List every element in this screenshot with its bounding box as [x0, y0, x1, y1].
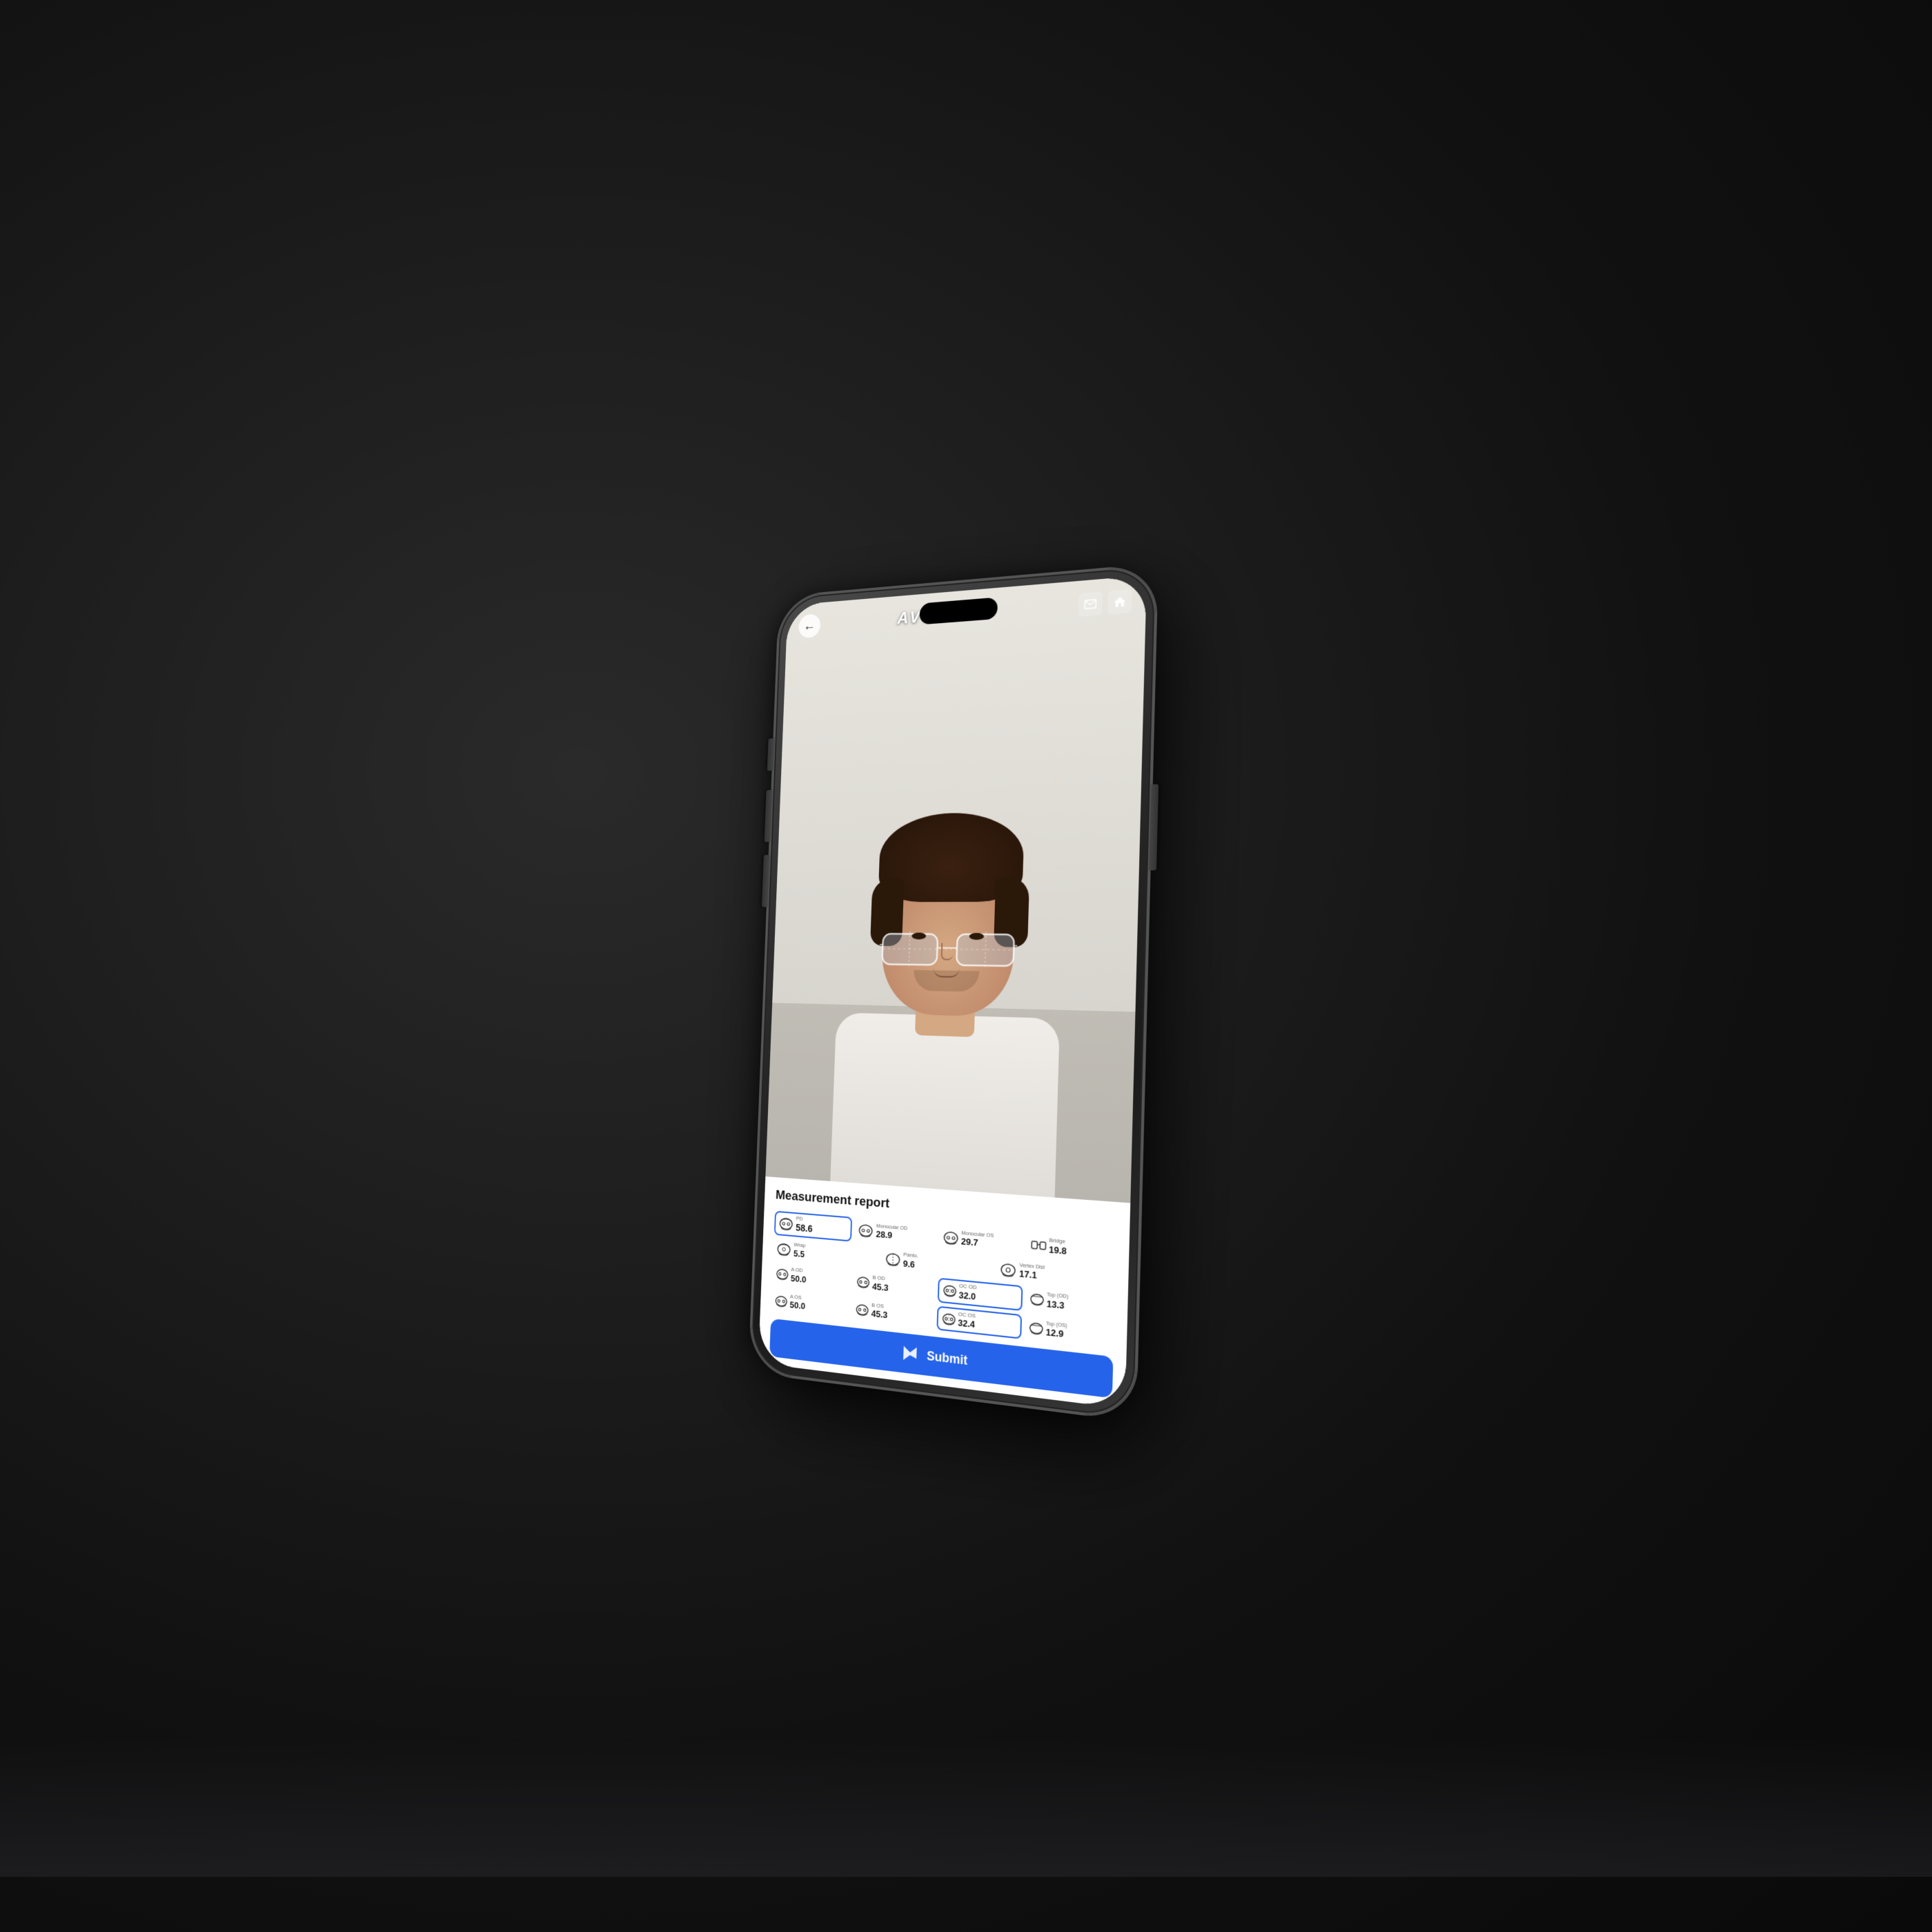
phone-wrapper: ← AVOLUX [749, 564, 1157, 1421]
measurement-panel: Measurement report [758, 1176, 1130, 1408]
top-od-measurement: Top (OD) 13.3 [1025, 1286, 1115, 1320]
wrap-icon [776, 1242, 791, 1256]
a-os-icon [774, 1294, 788, 1308]
home-button[interactable] [1107, 589, 1132, 615]
b-od-icon [856, 1276, 871, 1290]
home-icon [1113, 595, 1126, 609]
pd-icon [778, 1216, 793, 1231]
vertex-dist-measurement: Vertex Dist 17.1 [996, 1258, 1116, 1291]
scene: ← AVOLUX [0, 0, 1932, 1932]
a-os-measurement: A OS 50.0 [771, 1288, 850, 1320]
screen-bezel: ← AVOLUX [758, 575, 1147, 1409]
oc-os-measurement: OC OS 32.4 [936, 1305, 1022, 1339]
monocular-os-measurement: Monocular OS 29.7 [939, 1225, 1025, 1257]
oc-od-measurement: OC OD 32.0 [937, 1278, 1023, 1311]
volume-down-button[interactable] [762, 855, 770, 907]
screen-content: ← AVOLUX [758, 575, 1147, 1409]
submit-button[interactable]: Submit [769, 1319, 1113, 1399]
camera-area: ← AVOLUX [765, 575, 1147, 1203]
submit-icon [900, 1343, 920, 1365]
floor [0, 1739, 1932, 1877]
back-button[interactable]: ← [798, 613, 821, 638]
panto-measurement: Panto. 9.6 [881, 1248, 994, 1279]
phone-outer: ← AVOLUX [749, 564, 1157, 1421]
a-od-measurement: A OD 50.0 [772, 1262, 851, 1293]
back-icon: ← [803, 618, 816, 634]
mono-od-icon [858, 1223, 874, 1239]
mono-os-icon [943, 1230, 959, 1245]
a-od-icon [776, 1268, 789, 1281]
top-od-icon [1029, 1292, 1045, 1307]
mail-button[interactable] [1078, 591, 1103, 617]
mail-icon [1084, 599, 1097, 609]
header-icons [1078, 589, 1132, 617]
power-button[interactable] [1149, 784, 1159, 870]
volume-up-button[interactable] [765, 790, 773, 842]
pd-measurement: PD 58.6 [774, 1211, 852, 1242]
panto-icon [885, 1252, 900, 1267]
mute-button[interactable] [767, 738, 774, 771]
vertex-icon [1000, 1262, 1016, 1278]
monocular-od-measurement: Monocular OD 28.9 [855, 1218, 936, 1250]
oc-os-icon [941, 1312, 956, 1326]
b-od-measurement: B OD 45.3 [853, 1270, 935, 1301]
bridge-icon [1031, 1239, 1047, 1253]
bridge-measurement: Bridge 19.8 [1027, 1232, 1116, 1265]
submit-label: Submit [927, 1348, 968, 1368]
top-os-measurement: Top (OS) 12.9 [1025, 1314, 1114, 1349]
b-os-measurement: B OS 45.3 [852, 1297, 934, 1329]
b-os-icon [855, 1303, 869, 1317]
top-os-icon [1028, 1321, 1044, 1335]
oc-od-icon [942, 1284, 957, 1299]
